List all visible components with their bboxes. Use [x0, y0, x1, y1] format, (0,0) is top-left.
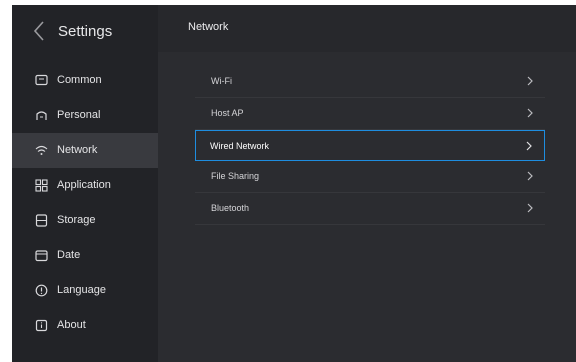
sidebar-item-label: Common	[57, 74, 102, 86]
sidebar-item-label: Date	[57, 249, 81, 261]
sidebar-item-label: Personal	[57, 109, 101, 121]
row-host-ap[interactable]: Host AP	[195, 98, 545, 130]
sidebar-item-language[interactable]: Language	[12, 273, 158, 308]
sidebar-item-personal[interactable]: Personal	[12, 98, 158, 133]
row-wired-network[interactable]: Wired Network	[195, 130, 545, 161]
sidebar: Settings Common Personal Network Applica…	[12, 5, 158, 362]
monitor-icon	[35, 74, 48, 86]
apps-grid-icon	[35, 179, 48, 192]
sidebar-item-common[interactable]: Common	[12, 63, 158, 98]
main-header: Network	[158, 5, 576, 52]
sidebar-item-label: Storage	[57, 214, 96, 226]
chevron-right-icon	[527, 203, 533, 213]
sidebar-item-date[interactable]: Date	[12, 238, 158, 273]
back-arrow-icon[interactable]	[30, 19, 50, 43]
chevron-right-icon	[527, 171, 533, 181]
row-label: File Sharing	[211, 171, 260, 181]
wifi-icon	[35, 145, 48, 155]
page-title: Network	[188, 21, 229, 33]
sidebar-item-label: Application	[57, 179, 111, 191]
globe-icon	[35, 284, 48, 297]
calendar-icon	[35, 250, 48, 262]
sidebar-item-label: Network	[57, 144, 98, 156]
sidebar-nav: Common Personal Network Application Stor…	[12, 63, 158, 343]
row-label: Wired Network	[210, 141, 270, 151]
info-icon	[35, 319, 48, 332]
chevron-right-icon	[527, 108, 533, 118]
row-label: Wi-Fi	[211, 76, 232, 86]
row-file-sharing[interactable]: File Sharing	[195, 161, 545, 193]
settings-window: Settings Common Personal Network Applica…	[12, 5, 576, 362]
person-icon	[36, 111, 47, 120]
storage-icon	[35, 214, 48, 227]
row-wifi[interactable]: Wi-Fi	[195, 66, 545, 98]
main-panel: Network Wi-Fi Host AP Wired Network File…	[158, 5, 576, 362]
settings-title: Settings	[58, 23, 113, 40]
row-label: Bluetooth	[211, 203, 250, 213]
network-options-list: Wi-Fi Host AP Wired Network File Sharing	[195, 66, 545, 225]
chevron-right-icon	[527, 76, 533, 86]
sidebar-item-about[interactable]: About	[12, 308, 158, 343]
sidebar-item-storage[interactable]: Storage	[12, 203, 158, 238]
sidebar-item-application[interactable]: Application	[12, 168, 158, 203]
chevron-right-icon	[526, 141, 532, 151]
row-label: Host AP	[211, 108, 244, 118]
sidebar-header: Settings	[12, 5, 158, 61]
sidebar-item-label: Language	[57, 284, 106, 296]
sidebar-item-label: About	[57, 319, 86, 331]
row-bluetooth[interactable]: Bluetooth	[195, 193, 545, 225]
sidebar-item-network[interactable]: Network	[12, 133, 158, 168]
